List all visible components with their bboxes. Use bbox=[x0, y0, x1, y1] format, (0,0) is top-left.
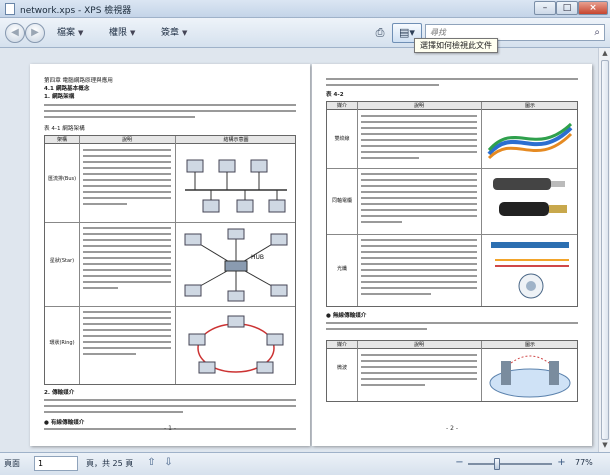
window-title: network.xps - XPS 檢視器 bbox=[20, 6, 132, 16]
subsection-title: 2. 傳輸媒介 bbox=[44, 390, 75, 396]
permissions-menu[interactable]: 權限 ▼ bbox=[109, 25, 135, 38]
plus-icon: + bbox=[557, 457, 566, 468]
table-row-label: 微波 bbox=[336, 365, 347, 371]
print-button[interactable]: ⎙ bbox=[370, 23, 390, 43]
title-bar: network.xps - XPS 檢視器 – □ × bbox=[0, 0, 610, 18]
zoom-slider-thumb[interactable] bbox=[494, 458, 500, 470]
bullet-heading: ● 無線傳輸媒介 bbox=[326, 313, 367, 319]
page-label: 頁面 bbox=[4, 459, 20, 468]
bus-topology-diagram bbox=[185, 159, 287, 213]
table-header-cell: 圖示 bbox=[524, 103, 535, 109]
table-header-cell: 媒介 bbox=[336, 342, 347, 348]
chevron-down-icon: ▼ bbox=[130, 29, 136, 37]
tooltip: 選擇如何檢視此文件 bbox=[414, 38, 498, 53]
table-caption: 表 4-2 bbox=[326, 92, 344, 98]
zoom-level: 77% bbox=[575, 458, 593, 467]
table-header-cell: 說明 bbox=[413, 103, 424, 109]
forward-arrow-icon: ▶ bbox=[31, 27, 39, 38]
arrow-down-icon: ⇩ bbox=[164, 457, 173, 468]
paragraph bbox=[326, 322, 578, 334]
section-title: 4.1 網路基本概念 bbox=[44, 86, 90, 92]
table-header-cell: 架構 bbox=[56, 137, 67, 143]
zoom-out-button[interactable]: − bbox=[452, 456, 467, 471]
forward-button[interactable]: ▶ bbox=[25, 23, 45, 43]
table-cell-text bbox=[361, 354, 477, 390]
table-cell-text bbox=[83, 149, 171, 209]
table-row-label: 同軸電纜 bbox=[331, 198, 352, 204]
table-cell-text bbox=[361, 173, 477, 227]
paragraph bbox=[44, 104, 296, 122]
table-row-label: 匯流排(Bus) bbox=[47, 176, 77, 182]
table-row-label: 星狀(Star) bbox=[49, 258, 75, 264]
ring-topology-diagram bbox=[188, 315, 284, 374]
close-button[interactable]: × bbox=[578, 1, 608, 15]
paragraph bbox=[326, 78, 578, 90]
back-arrow-icon: ◀ bbox=[11, 27, 19, 38]
document-page-2: 表 4-2 媒介 說明 圖示 雙絞線 同軸電纜 光纖 ● 無線傳輸媒介 媒介 說… bbox=[312, 64, 592, 446]
page-number: - 1 - bbox=[164, 425, 176, 432]
table-cell-text bbox=[361, 239, 477, 299]
toolbar: ◀ ▶ 檔案▼ 權限▼ 簽章▼ ⎙ ▤▾ ⌕ bbox=[0, 18, 610, 48]
vertical-scrollbar[interactable]: ▲ ▼ bbox=[598, 48, 610, 452]
status-bar: 頁面 頁，共 25 頁 ⇧ ⇩ − + 77% bbox=[0, 452, 610, 475]
zoom-in-button[interactable]: + bbox=[554, 456, 569, 471]
maximize-button[interactable]: □ bbox=[556, 1, 578, 15]
hub-label: HUB bbox=[251, 254, 264, 261]
zoom-slider[interactable] bbox=[468, 463, 552, 465]
signatures-menu[interactable]: 簽章 ▼ bbox=[161, 25, 187, 38]
minimize-button[interactable]: – bbox=[534, 1, 556, 15]
network-architecture-table: 架構 說明 結構示意圖 匯流排(Bus) 星狀(Star) 環狀(Ring) H… bbox=[44, 135, 296, 385]
page-number: - 2 - bbox=[446, 425, 458, 432]
table-header-cell: 媒介 bbox=[336, 103, 347, 109]
scroll-up-icon[interactable]: ▲ bbox=[600, 49, 610, 59]
printer-icon: ⎙ bbox=[375, 26, 385, 39]
back-button[interactable]: ◀ bbox=[5, 23, 25, 43]
wireless-media-table: 媒介 說明 圖示 微波 bbox=[326, 340, 578, 402]
table-row-label: 環狀(Ring) bbox=[49, 340, 75, 346]
signatures-menu-label: 簽章 bbox=[161, 28, 180, 38]
wired-media-table: 媒介 說明 圖示 雙絞線 同軸電纜 光纖 bbox=[326, 101, 578, 307]
coaxial-cable-image bbox=[493, 178, 567, 216]
microwave-image bbox=[489, 355, 571, 398]
previous-page-button[interactable]: ⇧ bbox=[144, 456, 159, 471]
table-header-cell: 說明 bbox=[121, 137, 132, 143]
table-header-cell: 圖示 bbox=[524, 342, 535, 348]
search-icon[interactable]: ⌕ bbox=[594, 27, 600, 38]
chevron-down-icon: ▼ bbox=[182, 29, 188, 37]
total-pages-label: 頁，共 25 頁 bbox=[86, 459, 134, 468]
table-row-label: 光纖 bbox=[336, 266, 347, 272]
table-cell-text bbox=[361, 115, 477, 163]
scrollbar-thumb[interactable] bbox=[601, 60, 609, 440]
chevron-down-icon: ▼ bbox=[78, 29, 84, 37]
document-page-1: 第四章 電腦網路原理與應用 4.1 網路基本概念 1. 網路架構 表 4-1 網… bbox=[30, 64, 310, 446]
file-menu[interactable]: 檔案 ▼ bbox=[57, 25, 83, 38]
xps-document-icon bbox=[5, 3, 15, 15]
subsection-title: 1. 網路架構 bbox=[44, 94, 75, 100]
table-cell-text bbox=[83, 311, 171, 359]
twisted-pair-cable-image bbox=[487, 122, 573, 160]
permissions-menu-label: 權限 bbox=[109, 28, 128, 38]
table-header-cell: 結構示意圖 bbox=[223, 137, 249, 143]
page-view-icon: ▤▾ bbox=[399, 26, 415, 39]
table-header-cell: 說明 bbox=[413, 342, 424, 348]
minus-icon: − bbox=[455, 457, 464, 468]
table-caption: 表 4-1 網路架構 bbox=[44, 126, 85, 132]
file-menu-label: 檔案 bbox=[57, 28, 76, 38]
table-cell-text bbox=[83, 227, 171, 293]
arrow-up-icon: ⇧ bbox=[147, 457, 156, 468]
table-row-label: 雙絞線 bbox=[334, 136, 350, 142]
page-number-input[interactable] bbox=[34, 456, 78, 471]
fiber-optic-cable-image bbox=[491, 242, 569, 299]
chapter-title: 第四章 電腦網路原理與應用 bbox=[44, 78, 113, 84]
scroll-down-icon[interactable]: ▼ bbox=[600, 441, 610, 451]
star-topology-diagram: HUB bbox=[184, 228, 288, 302]
paragraph bbox=[44, 399, 296, 417]
next-page-button[interactable]: ⇩ bbox=[161, 456, 176, 471]
